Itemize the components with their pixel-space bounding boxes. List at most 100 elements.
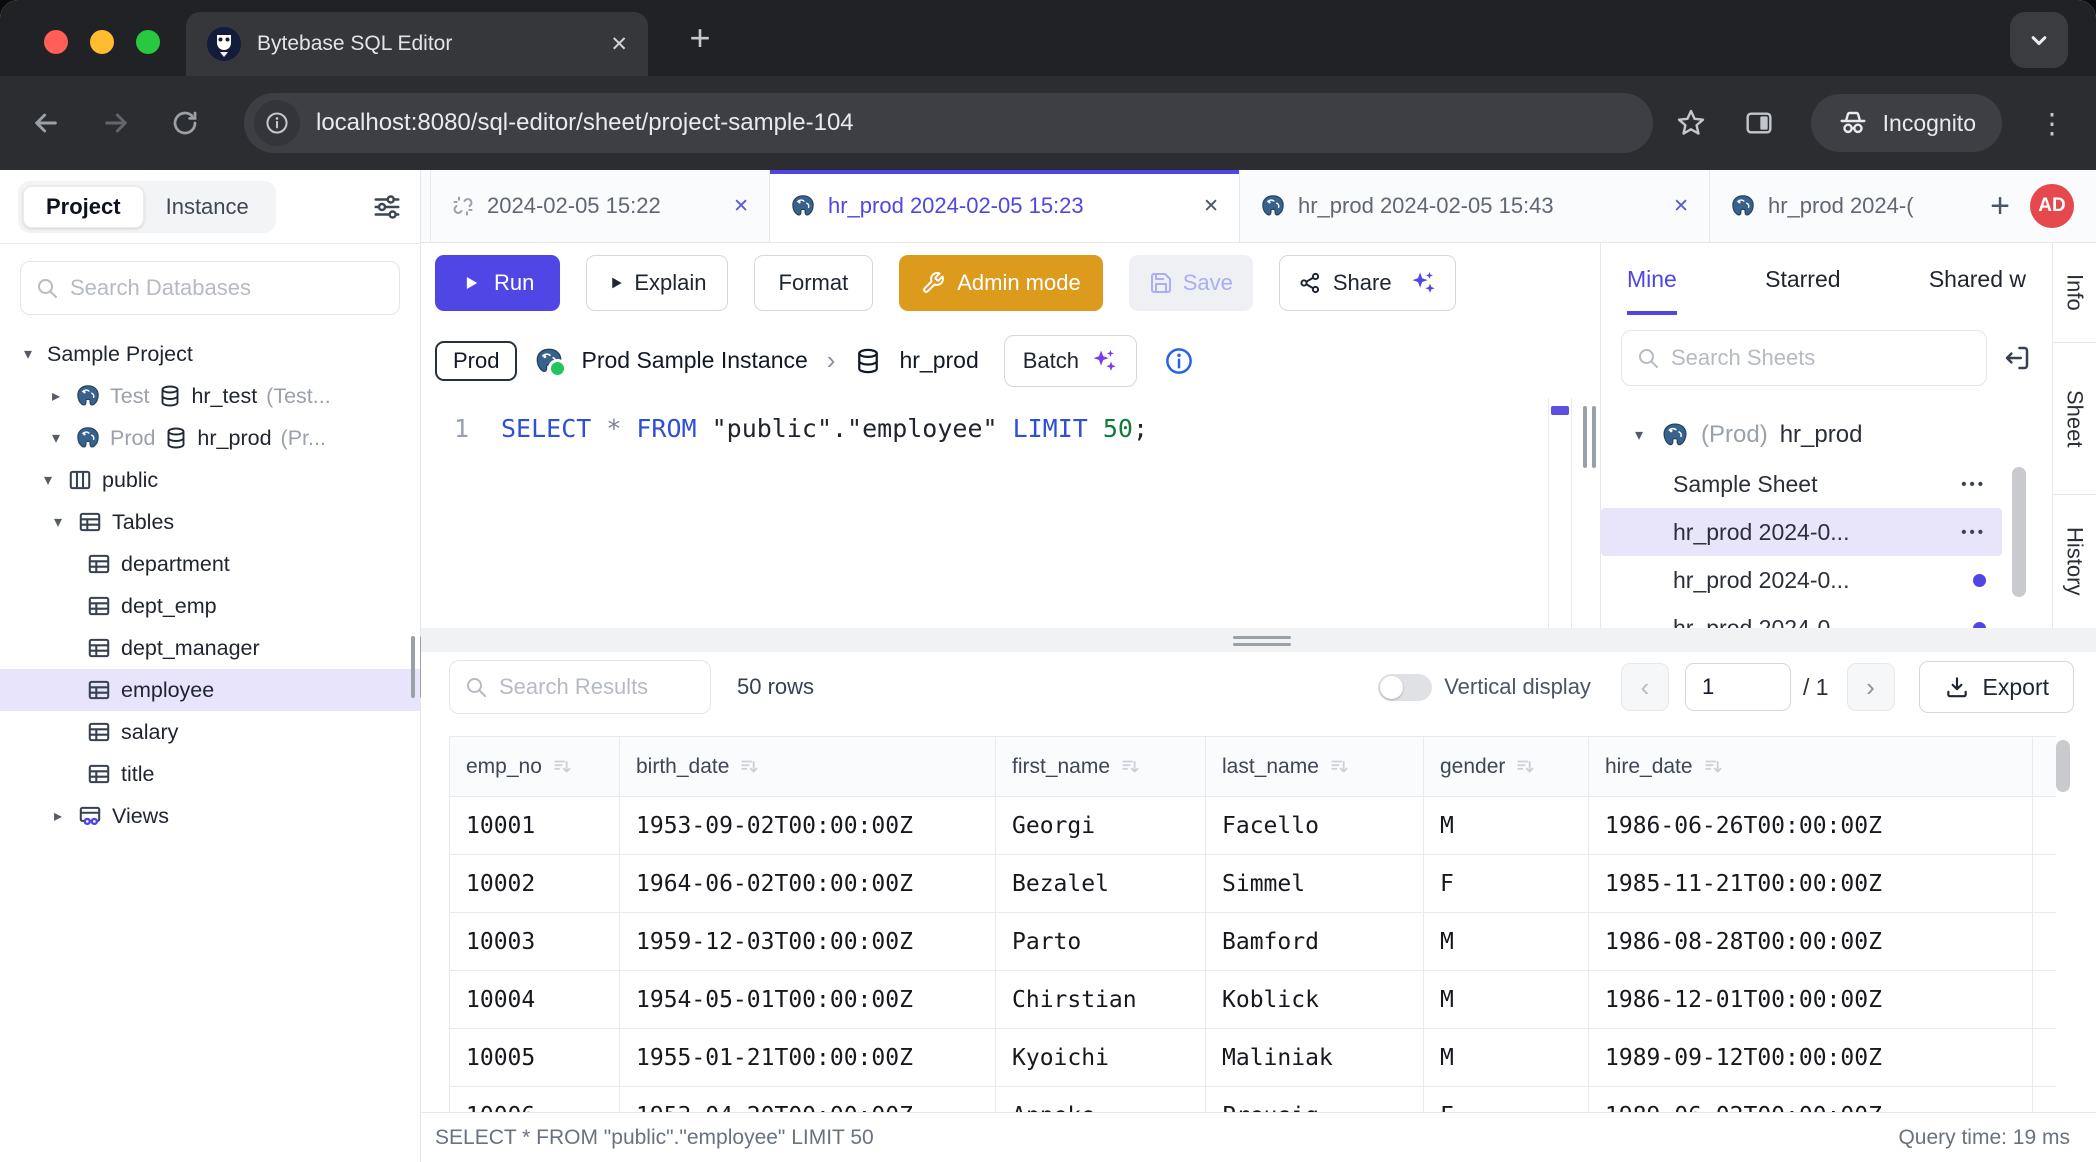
close-window-button[interactable] (44, 30, 68, 54)
tab-sheet[interactable]: Sheet (2053, 343, 2096, 495)
share-button[interactable]: Share (1279, 255, 1456, 311)
tree-node-project[interactable]: ▾ Sample Project (0, 333, 420, 375)
sheet-item-sample[interactable]: Sample Sheet ••• (1601, 460, 2002, 508)
results-scrollbar-thumb[interactable] (2056, 740, 2070, 792)
sort-icon[interactable] (1120, 756, 1142, 778)
editor-tab-1[interactable]: 2024-02-05 15:22 ✕ (430, 170, 770, 242)
close-tab-icon[interactable]: ✕ (1203, 195, 1219, 218)
tree-node-schema-public[interactable]: ▾ public (0, 459, 420, 501)
sparkles-icon[interactable] (1409, 269, 1437, 297)
format-button[interactable]: Format (754, 255, 874, 311)
sort-icon[interactable] (1515, 756, 1537, 778)
explain-button[interactable]: Explain (586, 255, 727, 311)
instance-name[interactable]: Prod Sample Instance (581, 347, 807, 374)
close-tab-icon[interactable]: ✕ (733, 195, 749, 218)
vertical-display-toggle[interactable] (1378, 674, 1432, 701)
info-icon[interactable] (1164, 346, 1194, 376)
panel-resize-handle[interactable] (1583, 406, 1596, 468)
sort-icon[interactable] (552, 756, 574, 778)
page-number-input[interactable]: 1 (1685, 663, 1791, 711)
editor-tab-2-active[interactable]: hr_prod 2024-02-05 15:23 ✕ (770, 170, 1240, 242)
forward-button[interactable] (100, 107, 132, 139)
sheet-item-unsaved[interactable]: hr_prod 2024-0... (1601, 556, 2002, 604)
sheets-scrollbar-thumb[interactable] (2012, 467, 2026, 597)
editor-scrollbar-thumb[interactable] (1551, 406, 1569, 415)
new-sheet-tab-button[interactable]: + (1972, 170, 2028, 242)
tab-starred[interactable]: Starred (1765, 243, 1840, 315)
table-row[interactable]: 100041954-05-01T00:00:00ZChirstian Kobli… (450, 971, 2057, 1029)
bookmark-star-icon[interactable] (1675, 107, 1707, 139)
sql-editor[interactable]: 1 SELECT * FROM "public"."employee" LIMI… (421, 398, 1600, 628)
tab-shared[interactable]: Shared w (1929, 243, 2026, 315)
browser-tab-close-icon[interactable]: ✕ (600, 32, 628, 57)
sheet-menu-icon[interactable]: ••• (1961, 524, 1986, 541)
sheet-item-selected[interactable]: hr_prod 2024-0... ••• (1601, 508, 2002, 556)
back-button[interactable] (30, 107, 62, 139)
tab-mine[interactable]: Mine (1627, 243, 1677, 315)
side-panel-icon[interactable] (1743, 107, 1775, 139)
caret-down-icon[interactable]: ▾ (46, 428, 66, 448)
tree-node-tables[interactable]: ▾ Tables (0, 501, 420, 543)
column-header-last-name[interactable]: last_name (1206, 737, 1424, 797)
editor-scrollbar[interactable] (1548, 398, 1572, 628)
tab-project[interactable]: Project (23, 186, 144, 228)
run-button[interactable]: Run (435, 255, 560, 311)
table-row[interactable]: 100011953-09-02T00:00:00ZGeorgi FacelloM… (450, 797, 2057, 855)
export-button[interactable]: Export (1919, 661, 2074, 713)
column-header-gender[interactable]: gender (1424, 737, 1589, 797)
tree-node-hr-prod[interactable]: ▾ Prod hr_prod (Pr... (0, 417, 420, 459)
tree-table-title[interactable]: title (0, 753, 420, 795)
caret-right-icon[interactable]: ▸ (46, 386, 66, 406)
editor-tab-4[interactable]: hr_prod 2024-( (1710, 170, 1972, 242)
search-results-input[interactable]: Search Results (449, 660, 711, 714)
tab-search-button[interactable] (2010, 12, 2068, 68)
user-avatar[interactable]: AD (2030, 184, 2074, 228)
results-resize-handle[interactable] (1233, 636, 1291, 650)
sort-icon[interactable] (1703, 756, 1725, 778)
tree-table-salary[interactable]: salary (0, 711, 420, 753)
column-header-emp-no[interactable]: emp_no (450, 737, 620, 797)
editor-tab-3[interactable]: hr_prod 2024-02-05 15:43 ✕ (1240, 170, 1710, 242)
database-name[interactable]: hr_prod (899, 347, 978, 374)
tree-table-dept-manager[interactable]: dept_manager (0, 627, 420, 669)
maximize-window-button[interactable] (136, 30, 160, 54)
collapse-panel-icon[interactable] (2002, 343, 2032, 373)
caret-down-icon[interactable]: ▾ (1629, 425, 1649, 445)
sheet-group-hr-prod[interactable]: ▾ (Prod) hr_prod (1601, 410, 2052, 460)
batch-button[interactable]: Batch (1004, 335, 1137, 387)
caret-down-icon[interactable]: ▾ (48, 512, 68, 532)
minimize-window-button[interactable] (90, 30, 114, 54)
next-page-button[interactable]: › (1847, 663, 1895, 711)
caret-right-icon[interactable]: ▸ (48, 806, 68, 826)
tab-instance[interactable]: Instance (144, 187, 271, 227)
results-resize-band[interactable] (421, 628, 2096, 652)
table-row[interactable]: 100061953-04-20T00:00:00ZAnneke PreusigF… (450, 1087, 2057, 1113)
prev-page-button[interactable]: ‹ (1621, 663, 1669, 711)
column-header-birth-date[interactable]: birth_date (620, 737, 996, 797)
tab-info[interactable]: Info (2053, 243, 2096, 343)
column-header-first-name[interactable]: first_name (996, 737, 1206, 797)
sheet-menu-icon[interactable]: ••• (1961, 476, 1986, 493)
admin-mode-button[interactable]: Admin mode (899, 255, 1103, 311)
sort-icon[interactable] (739, 756, 761, 778)
close-tab-icon[interactable]: ✕ (1673, 195, 1689, 218)
table-row[interactable]: 100051955-01-21T00:00:00ZKyoichi Malinia… (450, 1029, 2057, 1087)
sheet-item-unsaved-2[interactable]: hr_prod 2024-0... (1601, 604, 2002, 628)
save-button[interactable]: Save (1129, 255, 1253, 311)
tree-node-views[interactable]: ▸ Views (0, 795, 420, 837)
browser-tab[interactable]: Bytebase SQL Editor ✕ (186, 12, 648, 76)
table-row[interactable]: 100031959-12-03T00:00:00ZParto BamfordM1… (450, 913, 2057, 971)
reload-button[interactable] (170, 108, 200, 138)
site-info-button[interactable] (254, 100, 300, 146)
tree-table-department[interactable]: department (0, 543, 420, 585)
sidebar-filter-button[interactable] (372, 192, 402, 222)
caret-down-icon[interactable]: ▾ (38, 470, 58, 490)
tree-table-employee-selected[interactable]: employee (0, 669, 420, 711)
caret-down-icon[interactable]: ▾ (18, 344, 38, 364)
column-header-hire-date[interactable]: hire_date (1589, 737, 2033, 797)
new-browser-tab-button[interactable]: + (672, 14, 728, 62)
sort-icon[interactable] (1329, 756, 1351, 778)
browser-menu-button[interactable]: ⋮ (2038, 107, 2066, 140)
search-databases-input[interactable]: Search Databases (20, 261, 400, 315)
tree-table-dept-emp[interactable]: dept_emp (0, 585, 420, 627)
